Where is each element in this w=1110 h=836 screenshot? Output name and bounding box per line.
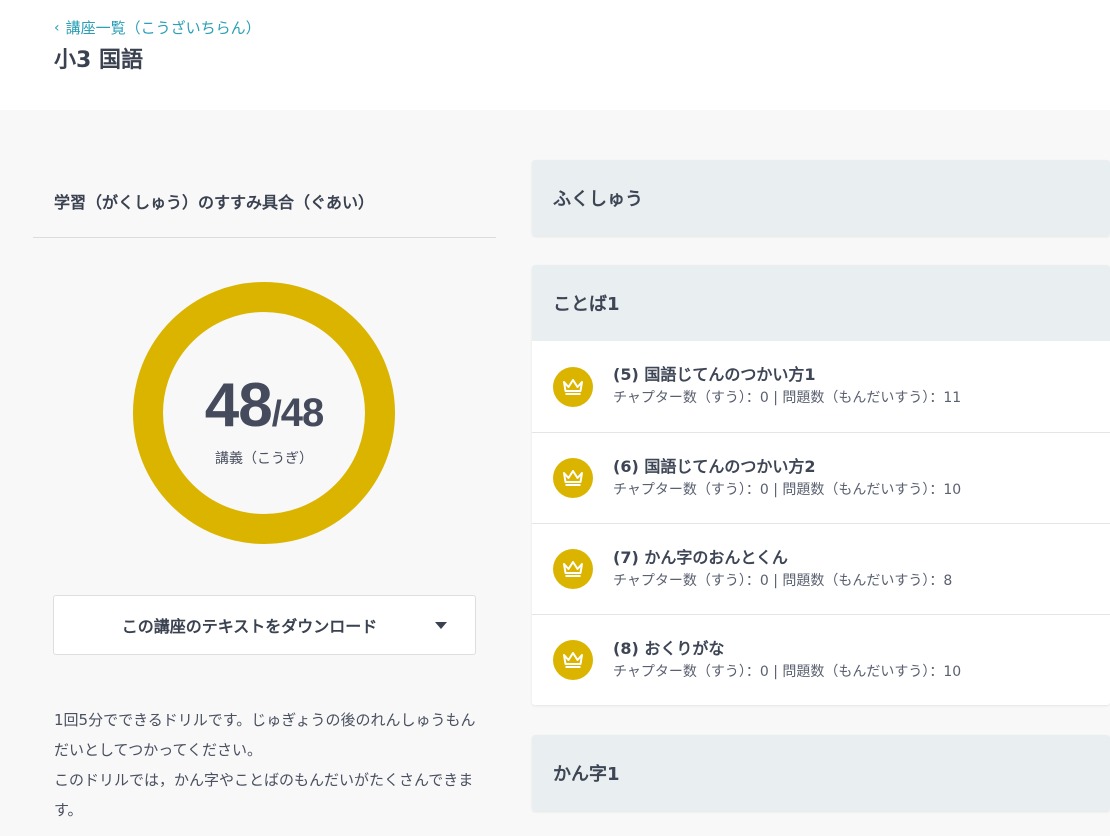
caret-down-icon (435, 622, 447, 629)
chevron-left-icon: ‹ (54, 19, 60, 36)
course-description: 1回5分でできるドリルです。じゅぎょうの後のれんしゅうもんだいとしてつかってくだ… (54, 705, 484, 825)
progress-count: 48/48 (133, 370, 395, 441)
crown-icon (553, 458, 593, 498)
progress-total: 48 (280, 391, 324, 435)
crown-icon (553, 640, 593, 680)
lesson-list: (5) 国語じてんのつかい方1 チャプター数（すう）：0 | 問題数（もんだいす… (532, 341, 1110, 705)
section-kotoba1: ことば1 (5) 国語じてんのつかい方1 チャプター数（すう）：0 | 問題数（… (532, 265, 1110, 705)
section-header[interactable]: ことば1 (532, 265, 1110, 341)
lesson-meta: チャプター数（すう）：0 | 問題数（もんだいすう）：8 (613, 572, 953, 589)
lesson-title: (8) おくりがな (613, 638, 725, 658)
description-line: 1回5分でできるドリルです。じゅぎょうの後のれんしゅうもんだいとしてつかってくだ… (54, 711, 476, 759)
divider (33, 237, 496, 238)
lesson-title: (6) 国語じてんのつかい方2 (613, 456, 816, 476)
section-header[interactable]: ふくしゅう (532, 160, 1110, 236)
lesson-meta: チャプター数（すう）：0 | 問題数（もんだいすう）：10 (613, 481, 962, 498)
lesson-item[interactable]: (6) 国語じてんのつかい方2 チャプター数（すう）：0 | 問題数（もんだいす… (532, 432, 1110, 523)
progress-done: 48 (204, 371, 273, 440)
lesson-title: (5) 国語じてんのつかい方1 (613, 365, 816, 384)
crown-icon (553, 366, 593, 407)
progress-unit: 講義（こうぎ） (215, 451, 313, 467)
section-kanji1: かん字1 (532, 735, 1110, 811)
page-title: 小3 国語 (54, 48, 143, 73)
download-button-label: この講座のテキストをダウンロード (121, 617, 378, 636)
lesson-meta: チャプター数（すう）：0 | 問題数（もんだいすう）：10 (613, 663, 962, 680)
lesson-item[interactable]: (7) かん字のおんとくん チャプター数（すう）：0 | 問題数（もんだいすう）… (532, 523, 1110, 614)
progress-slash: / (271, 393, 282, 434)
lesson-title: (7) かん字のおんとくん (613, 547, 788, 567)
progress-title: 学習（がくしゅう）のすすみ具合（ぐあい） (54, 193, 375, 212)
download-text-button[interactable]: この講座のテキストをダウンロード (53, 595, 476, 655)
progress-ring: 48/48 講義（こうぎ） (133, 282, 395, 544)
description-line: このドリルでは，かん字やことばのもんだいがたくさんできます。 (54, 771, 474, 819)
section-fukushuu: ふくしゅう (532, 160, 1110, 236)
lesson-meta: チャプター数（すう）：0 | 問題数（もんだいすう）：11 (613, 390, 962, 406)
lesson-item[interactable]: (5) 国語じてんのつかい方1 チャプター数（すう）：0 | 問題数（もんだいす… (532, 341, 1110, 432)
section-header[interactable]: かん字1 (532, 735, 1110, 811)
back-to-course-list-link[interactable]: ‹ 講座一覧（こうざいちらん） (54, 17, 261, 38)
crown-icon (553, 549, 593, 589)
lesson-item[interactable]: (8) おくりがな チャプター数（すう）：0 | 問題数（もんだいすう）：10 (532, 614, 1110, 705)
back-link-label: 講座一覧（こうざいちらん） (65, 19, 261, 37)
page-header: ‹ 講座一覧（こうざいちらん） 小3 国語 (0, 0, 1110, 110)
